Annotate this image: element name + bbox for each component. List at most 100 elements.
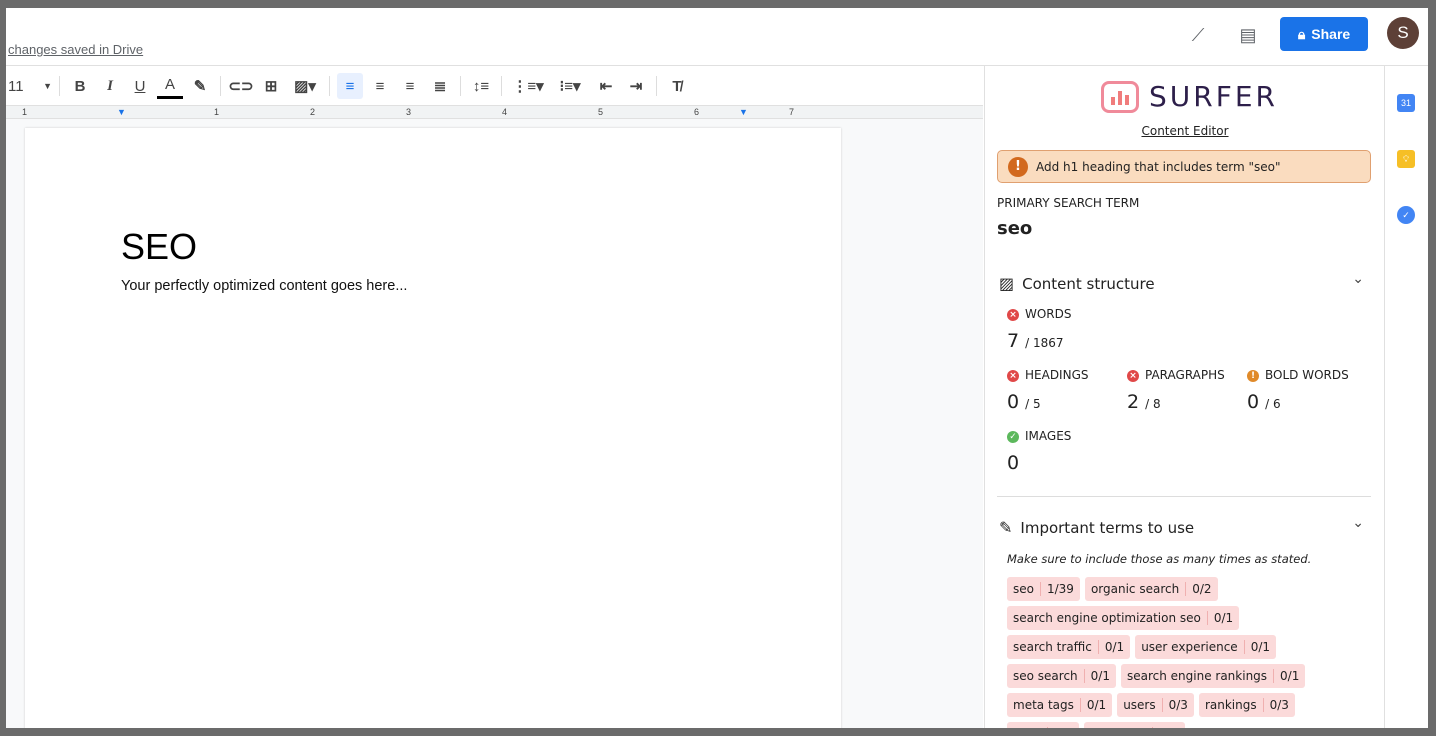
bulleted-list-icon[interactable]: ⁝≡▾ xyxy=(551,73,589,99)
term-text: seo search xyxy=(1013,669,1078,683)
calendar-icon[interactable]: 31 xyxy=(1397,94,1415,112)
error-icon: × xyxy=(1007,309,1019,321)
term-count: 0/3 xyxy=(1161,698,1194,712)
document-heading[interactable]: SEO xyxy=(121,226,197,268)
term-count: 0/1 xyxy=(1273,669,1305,683)
formatting-toolbar: 11 ▼ B I U A ✎ ⊂⊃ ⊞ ▨▾ ≡ ≡ ≡ ≣ ↕≡ ⋮≡▾ ⁝≡▾… xyxy=(6,66,983,106)
chevron-down-icon[interactable]: ⌄ xyxy=(1352,515,1364,531)
justify-icon[interactable]: ≣ xyxy=(427,73,453,99)
clear-formatting-icon[interactable]: T̸ xyxy=(664,73,690,99)
surfer-panel: SURFER Content Editor ! Add h1 heading th… xyxy=(984,66,1384,728)
term-text: rankings xyxy=(1204,698,1257,712)
chart-icon: ▨ xyxy=(999,274,1015,293)
check-icon: ✓ xyxy=(1007,431,1019,443)
divider xyxy=(997,496,1371,497)
term-chip[interactable]: search engine rankings 0/1 xyxy=(1120,664,1306,688)
error-icon: × xyxy=(1007,370,1019,382)
term-chip[interactable]: seo search 0/1 xyxy=(1007,664,1116,688)
content-structure-header[interactable]: ▨ Content structure xyxy=(999,274,1155,293)
increase-indent-icon[interactable]: ⇥ xyxy=(623,73,649,99)
term-chip[interactable]: search traffic 0/1 xyxy=(1007,635,1131,659)
document-canvas: SEO Your perfectly optimized content goe… xyxy=(6,119,983,728)
ruler-mark: 4 xyxy=(502,107,508,117)
term-chip[interactable]: user experience 0/1 xyxy=(1135,635,1276,659)
align-right-icon[interactable]: ≡ xyxy=(397,73,423,99)
divider xyxy=(220,76,221,96)
term-count: 0/1 xyxy=(1097,640,1130,654)
alert-banner: ! Add h1 heading that includes term "seo" xyxy=(997,150,1371,183)
surfer-logo-icon xyxy=(1101,80,1139,113)
left-indent-marker[interactable]: ▼ xyxy=(117,107,126,117)
term-text: user experience xyxy=(1141,640,1238,654)
important-terms-header[interactable]: ✎ Important terms to use xyxy=(999,518,1194,537)
metric-label-paragraphs: × PARAGRAPHS xyxy=(1127,368,1225,382)
term-chip[interactable]: local0/4 xyxy=(1007,722,1080,728)
text-color-button[interactable]: A xyxy=(157,73,183,99)
term-text: local xyxy=(1007,727,1047,728)
decrease-indent-icon[interactable]: ⇤ xyxy=(593,73,619,99)
bold-button[interactable]: B xyxy=(67,73,93,99)
add-comment-icon[interactable]: ⊞ xyxy=(258,73,284,99)
primary-term-value: seo xyxy=(997,218,1033,239)
metric-label-headings: × HEADINGS xyxy=(1007,368,1089,382)
right-indent-marker[interactable]: ▼ xyxy=(739,107,748,117)
divider xyxy=(460,76,461,96)
term-text: organic search xyxy=(1090,582,1180,596)
term-chip[interactable]: users 0/3 xyxy=(1117,693,1194,717)
numbered-list-icon[interactable]: ⋮≡▾ xyxy=(509,73,547,99)
content-editor-link[interactable]: Content Editor xyxy=(985,124,1385,138)
highlight-icon[interactable]: ✎ xyxy=(187,73,213,99)
divider xyxy=(329,76,330,96)
align-center-icon[interactable]: ≡ xyxy=(367,73,393,99)
ruler-mark: 7 xyxy=(789,107,795,117)
alert-text: Add h1 heading that includes term "seo" xyxy=(1036,159,1281,174)
surfer-logo: SURFER xyxy=(1101,80,1278,113)
document-page[interactable]: SEO Your perfectly optimized content goe… xyxy=(25,128,841,728)
term-count: 0/3 xyxy=(1262,698,1295,712)
ruler-mark: 5 xyxy=(598,107,604,117)
avatar[interactable]: S xyxy=(1387,17,1419,49)
window: changes saved in Drive ⟋ ▤ 🔒︎ Share S 11 ▼… xyxy=(6,8,1428,728)
term-chip[interactable]: complete0/2 xyxy=(1084,722,1185,728)
keep-icon[interactable]: 💡︎ xyxy=(1397,150,1415,168)
ruler[interactable]: 1 ▼ 1 2 3 4 5 6 ▼ 7 xyxy=(6,105,983,119)
save-status-link[interactable]: changes saved in Drive xyxy=(8,42,143,57)
term-count: 0/1 xyxy=(1243,640,1276,654)
term-chip[interactable]: search engine optimization seo 0/1 xyxy=(1007,606,1240,630)
metric-label-words: × WORDS xyxy=(1007,307,1072,321)
font-size-value: 11 xyxy=(8,77,24,95)
divider xyxy=(59,76,60,96)
comments-icon[interactable]: ▤ xyxy=(1235,22,1261,48)
term-chip[interactable]: meta tags 0/1 xyxy=(1007,693,1113,717)
insert-image-icon[interactable]: ▨▾ xyxy=(288,73,322,99)
metric-value-bold-words: 0 / 6 xyxy=(1247,391,1281,413)
link-icon[interactable]: ⊂⊃ xyxy=(228,73,254,99)
term-chip[interactable]: seo 1/39 xyxy=(1007,577,1080,601)
metric-label-images: ✓ IMAGES xyxy=(1007,429,1071,443)
chevron-down-icon[interactable]: ⌄ xyxy=(1352,271,1364,287)
underline-button[interactable]: U xyxy=(127,73,153,99)
share-button[interactable]: 🔒︎ Share xyxy=(1280,17,1368,51)
top-bar: changes saved in Drive ⟋ ▤ 🔒︎ Share S xyxy=(6,8,1428,66)
term-count: 1/39 xyxy=(1039,582,1080,596)
line-spacing-icon[interactable]: ↕≡ xyxy=(468,73,494,99)
metric-value-headings: 0 / 5 xyxy=(1007,391,1041,413)
divider xyxy=(501,76,502,96)
term-text: seo xyxy=(1013,582,1034,596)
terms-note: Make sure to include those as many times… xyxy=(1007,552,1312,566)
ruler-mark: 6 xyxy=(694,107,700,117)
activity-trend-icon[interactable]: ⟋ xyxy=(1185,22,1211,48)
divider xyxy=(656,76,657,96)
term-chip[interactable]: organic search 0/2 xyxy=(1084,577,1218,601)
term-chip[interactable]: rankings 0/3 xyxy=(1198,693,1295,717)
term-text: users xyxy=(1123,698,1156,712)
document-body-text[interactable]: Your perfectly optimized content goes he… xyxy=(121,278,407,294)
italic-button[interactable]: I xyxy=(97,73,123,99)
share-label: Share xyxy=(1311,26,1351,42)
term-count: 0/1 xyxy=(1083,669,1116,683)
term-text: search engine rankings xyxy=(1126,669,1268,683)
tasks-icon[interactable]: ✓ xyxy=(1397,206,1415,224)
align-left-icon[interactable]: ≡ xyxy=(337,73,363,99)
font-size-select[interactable]: 11 ▼ xyxy=(8,73,52,99)
term-text: search traffic xyxy=(1013,640,1092,654)
